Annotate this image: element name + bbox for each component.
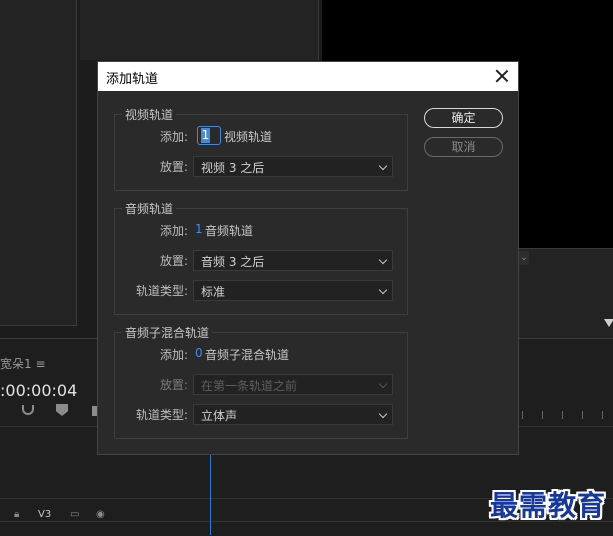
submix-group-title: 音频子混合轨道 <box>122 324 213 341</box>
submix-placement-select: 在第一条轨道之前 <box>193 374 393 395</box>
submix-placement-label: 放置: <box>159 378 188 392</box>
add-tracks-dialog: 添加轨道 视频轨道 添加: 1 视频轨道 放置: 视频 3 之后 音频轨道 添加… <box>98 62 518 454</box>
audio-add-count[interactable]: 1 <box>195 222 203 236</box>
panel-handle-icon[interactable]: ⌄ <box>519 251 529 265</box>
close-icon[interactable] <box>492 66 512 86</box>
chevron-down-icon <box>378 161 388 171</box>
timecode-display[interactable]: :00:00:04 <box>0 381 77 400</box>
audio-placement-select[interactable]: 音频 3 之后 <box>193 250 393 271</box>
chevron-down-icon <box>378 409 388 419</box>
video-add-unit: 视频轨道 <box>224 130 273 144</box>
dialog-title: 添加轨道 <box>106 72 159 87</box>
submix-add-label: 添加: <box>159 348 188 362</box>
source-panel <box>0 0 77 326</box>
submix-placement-value: 在第一条轨道之前 <box>201 379 298 393</box>
lock-icon[interactable]: 🔒︎ <box>14 509 19 520</box>
audio-add-label: 添加: <box>159 224 188 238</box>
submix-type-value: 立体声 <box>201 409 238 423</box>
submix-type-label: 轨道类型: <box>135 408 188 422</box>
eye-icon[interactable]: ◉ <box>96 509 105 520</box>
audio-placement-value: 音频 3 之后 <box>201 255 265 269</box>
sync-lock-icon[interactable]: ▭ <box>70 509 79 520</box>
chevron-down-icon <box>378 255 388 265</box>
audio-add-unit: 音频轨道 <box>205 224 254 238</box>
chevron-down-icon <box>378 285 388 295</box>
chevron-down-icon <box>378 379 388 389</box>
video-add-count: 1 <box>201 128 210 143</box>
video-placement-select[interactable]: 视频 3 之后 <box>193 156 393 177</box>
submix-add-unit: 音频子混合轨道 <box>205 348 290 362</box>
audio-placement-label: 放置: <box>159 254 188 268</box>
video-tracks-group: 视频轨道 <box>114 106 408 191</box>
video-placement-label: 放置: <box>159 160 188 174</box>
video-group-title: 视频轨道 <box>122 106 177 123</box>
audio-type-value: 标准 <box>201 285 226 299</box>
submix-type-select[interactable]: 立体声 <box>193 404 393 425</box>
submix-add-count[interactable]: 0 <box>195 346 203 360</box>
video-placement-value: 视频 3 之后 <box>201 161 265 175</box>
sequence-tab[interactable]: 宽朵1 ≡ <box>0 355 46 372</box>
video-add-count-input[interactable]: 1 <box>197 126 221 145</box>
dialog-titlebar: 添加轨道 <box>98 62 518 91</box>
cancel-button[interactable]: 取消 <box>424 137 503 157</box>
effects-panel <box>80 0 319 60</box>
time-ruler[interactable] <box>520 411 613 419</box>
ok-button[interactable]: 确定 <box>424 108 503 128</box>
audio-type-label: 轨道类型: <box>135 284 188 298</box>
watermark-logo: 最需教育 <box>490 489 607 522</box>
playhead-line[interactable] <box>210 455 211 535</box>
playhead-marker-icon[interactable] <box>604 319 613 327</box>
track-label[interactable]: V3 <box>38 509 51 520</box>
video-add-label: 添加: <box>159 130 188 144</box>
audio-group-title: 音频轨道 <box>122 200 177 217</box>
audio-type-select[interactable]: 标准 <box>193 280 393 301</box>
